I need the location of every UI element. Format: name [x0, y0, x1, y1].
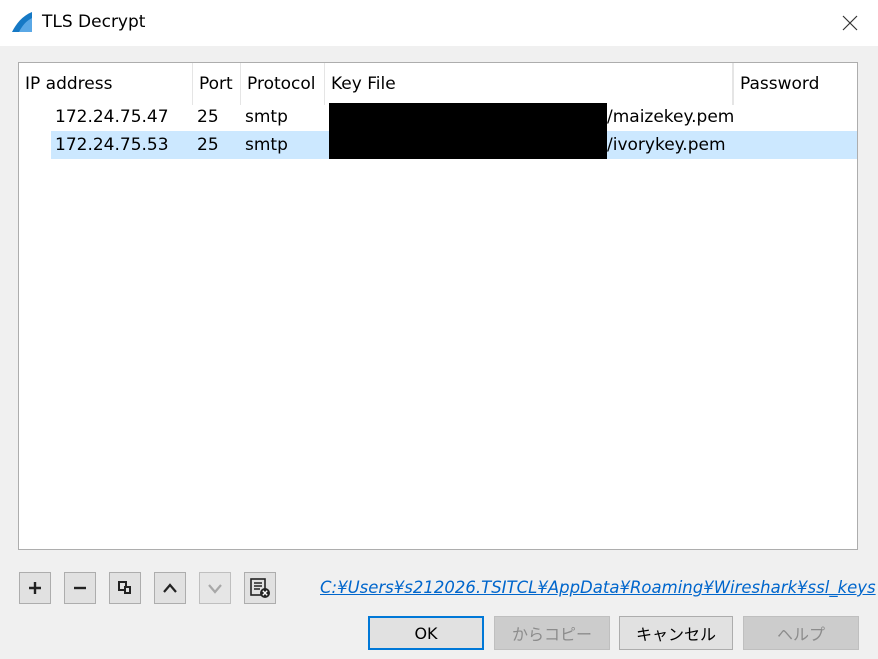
cell-protocol: smtp	[245, 135, 288, 155]
move-up-button[interactable]	[154, 572, 186, 604]
table-row-selected[interactable]: 172.24.75.53 25 smtp /ivorykey.pem	[19, 131, 857, 159]
chevron-down-icon	[208, 584, 222, 594]
clear-list-icon	[250, 578, 270, 598]
ok-button[interactable]: OK	[368, 616, 484, 650]
plus-icon	[29, 582, 41, 594]
wireshark-fin-icon	[12, 12, 32, 32]
cell-key-file: /ivorykey.pem	[607, 135, 726, 155]
copy-from-button[interactable]: からコピー	[494, 616, 610, 650]
column-header-port[interactable]: Port	[193, 63, 241, 105]
cell-protocol: smtp	[245, 107, 288, 127]
copy-entry-button[interactable]	[109, 572, 141, 604]
minus-icon	[74, 586, 86, 590]
table-row[interactable]: 172.24.75.47 25 smtp /maizekey.pem	[19, 103, 857, 131]
help-button[interactable]: ヘルプ	[743, 616, 859, 650]
remove-entry-button[interactable]	[64, 572, 96, 604]
redacted-path-block	[329, 103, 607, 131]
copy-icon	[118, 581, 131, 594]
cell-port: 25	[197, 107, 219, 127]
redacted-path-block	[329, 131, 607, 159]
close-button[interactable]	[822, 0, 878, 46]
add-entry-button[interactable]	[19, 572, 51, 604]
ssl-keys-file-path-link[interactable]: C:¥Users¥s212026.TSITCL¥AppData¥Roaming¥…	[320, 578, 876, 597]
cell-ip: 172.24.75.53	[55, 135, 169, 155]
column-header-protocol[interactable]: Protocol	[241, 63, 325, 105]
column-header-password[interactable]: Password	[733, 63, 857, 105]
table-header: IP address Port Protocol Key File Passwo…	[19, 63, 857, 105]
chevron-up-icon	[163, 583, 177, 593]
cancel-button[interactable]: キャンセル	[619, 616, 733, 650]
close-icon	[842, 15, 858, 31]
column-header-ip[interactable]: IP address	[19, 63, 193, 105]
cell-port: 25	[197, 135, 219, 155]
column-header-key-file[interactable]: Key File	[325, 63, 733, 105]
clear-entries-button[interactable]	[244, 572, 276, 604]
cell-key-file: /maizekey.pem	[607, 107, 735, 127]
cell-ip: 172.24.75.47	[55, 107, 169, 127]
title-bar: TLS Decrypt	[0, 0, 878, 46]
window-title: TLS Decrypt	[42, 12, 146, 32]
move-down-button[interactable]	[199, 572, 231, 604]
key-table[interactable]: IP address Port Protocol Key File Passwo…	[18, 62, 858, 550]
